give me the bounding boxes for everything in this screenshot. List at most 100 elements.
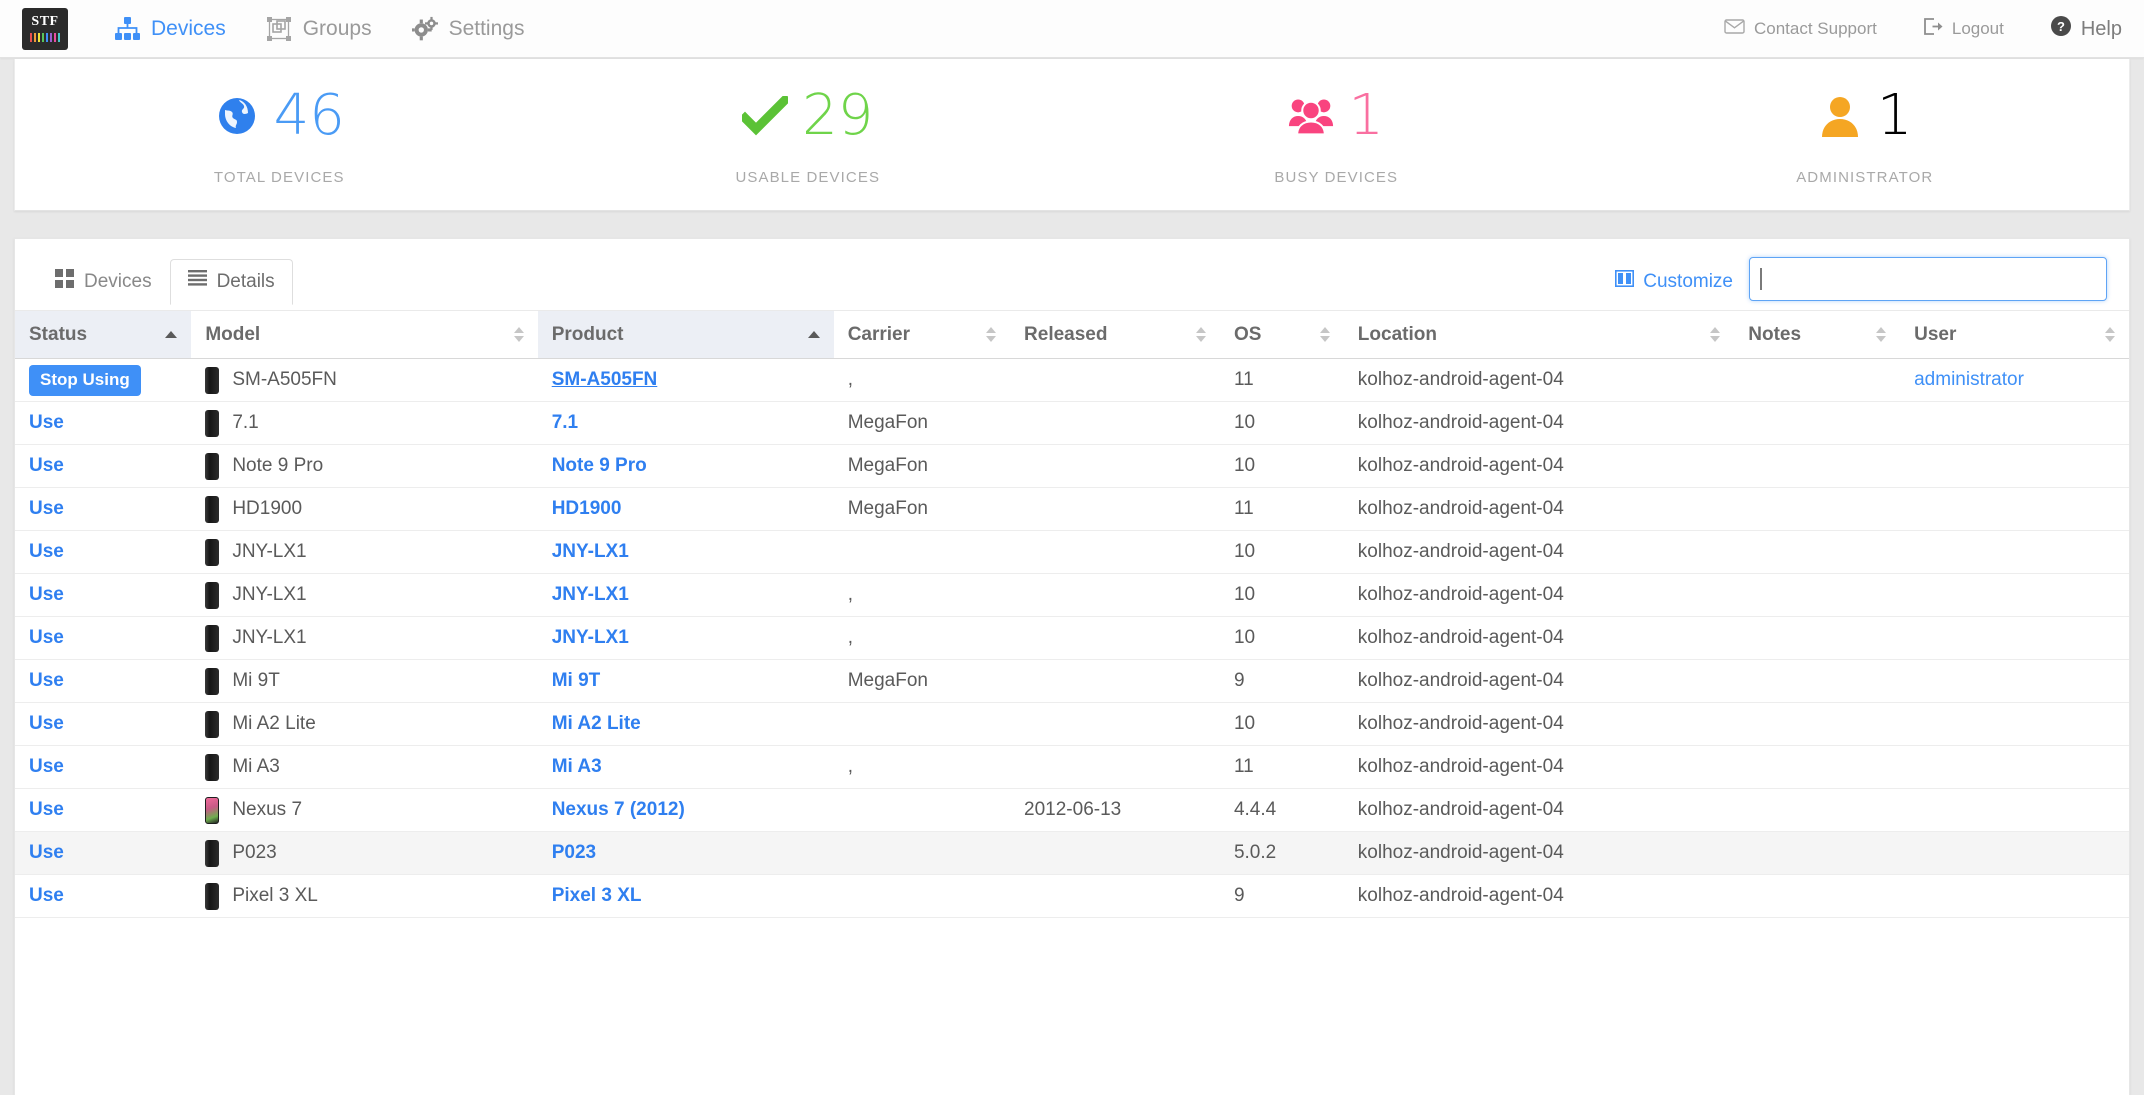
stf-logo-bar: [41, 33, 45, 42]
help-link[interactable]: ? Help: [2050, 15, 2122, 43]
cell-product: Pixel 3 XL: [537, 874, 834, 918]
table-row[interactable]: Use Mi A3 Mi A3, 11 kolhoz-android-agent-04: [15, 745, 2129, 789]
use-device-link[interactable]: Use: [29, 627, 64, 648]
cell-model: HD1900: [191, 487, 538, 531]
cell-model: Pixel 3 XL: [191, 874, 538, 918]
tab-devices[interactable]: Devices: [37, 259, 170, 305]
search-input[interactable]: [1749, 257, 2107, 301]
nav-item-groups[interactable]: Groups: [266, 16, 372, 42]
device-thumbnail-icon: [205, 538, 220, 566]
product-link[interactable]: JNY-LX1: [552, 541, 629, 562]
device-table-panel: Devices Details Customize Status Model P…: [14, 238, 2130, 1095]
logout-link[interactable]: Logout: [1923, 18, 2004, 40]
people-group-icon: [1288, 93, 1334, 139]
table-row[interactable]: Use JNY-LX1 JNY-LX1, 10 kolhoz-android-agent…: [15, 573, 2129, 617]
sort-both-icon: [1195, 327, 1206, 342]
column-header-notes[interactable]: Notes: [1734, 310, 1901, 359]
use-device-link[interactable]: Use: [29, 713, 64, 734]
use-device-link[interactable]: Use: [29, 885, 64, 906]
stf-logo-bar: [33, 33, 37, 42]
globe-icon: [214, 93, 260, 139]
stf-logo[interactable]: STF: [22, 7, 68, 50]
cell-carrier: MegaFon: [833, 401, 1011, 445]
table-row[interactable]: Use Mi A2 Lite Mi A2 Lite 10 kolhoz-android-…: [15, 702, 2129, 746]
cell-status: Stop Using: [15, 358, 192, 402]
user-link[interactable]: administrator: [1914, 369, 2024, 390]
nav-item-settings[interactable]: Settings: [411, 16, 525, 42]
sitemap-icon: [114, 16, 140, 42]
table-row[interactable]: Use Nexus 7 Nexus 7 (2012) 2012-06-13 4.4.4 k…: [15, 788, 2129, 832]
product-link[interactable]: JNY-LX1: [552, 584, 629, 605]
product-link[interactable]: Pixel 3 XL: [552, 885, 642, 906]
cell-location: kolhoz-android-agent-04: [1343, 659, 1735, 703]
product-link[interactable]: HD1900: [552, 498, 622, 519]
nav-item-settings-label: Settings: [448, 16, 525, 40]
product-link[interactable]: 7.1: [552, 412, 578, 433]
use-device-link[interactable]: Use: [29, 455, 64, 476]
customize-columns-button[interactable]: Customize: [1615, 270, 1733, 293]
contact-support-label: Contact Support: [1754, 19, 1877, 38]
cell-product: 7.1: [537, 401, 834, 445]
use-device-link[interactable]: Use: [29, 541, 64, 562]
product-link[interactable]: Note 9 Pro: [552, 455, 647, 476]
column-header-notes-label: Notes: [1748, 323, 1802, 345]
top-navbar: STF Devices Groups Settings Contact Supp…: [0, 0, 2144, 58]
cell-os: 11: [1219, 487, 1344, 531]
column-header-carrier[interactable]: Carrier: [833, 310, 1011, 359]
use-device-link[interactable]: Use: [29, 412, 64, 433]
use-device-link[interactable]: Use: [29, 842, 64, 863]
cell-status: Use: [15, 616, 192, 660]
product-link[interactable]: SM-A505FN: [552, 369, 658, 390]
table-row[interactable]: Use P023 P023 5.0.2 kolhoz-android-agent-04: [15, 831, 2129, 875]
product-link[interactable]: P023: [552, 842, 596, 863]
stf-device-list-page: STF Devices Groups Settings Contact Supp…: [0, 0, 2144, 1095]
cell-released: [1010, 659, 1220, 703]
column-header-location-label: Location: [1357, 323, 1437, 345]
cell-model: JNY-LX1: [191, 530, 538, 574]
cell-notes: [1734, 659, 1901, 703]
cell-status: Use: [15, 530, 192, 574]
stop-using-button[interactable]: Stop Using: [29, 364, 141, 396]
product-link[interactable]: Nexus 7 (2012): [552, 799, 685, 820]
table-row[interactable]: Use JNY-LX1 JNY-LX1 10 kolhoz-android-agent-…: [15, 530, 2129, 574]
table-row[interactable]: Use 7.1 7.1 MegaFon 10 kolhoz-android-agent-0…: [15, 401, 2129, 445]
gears-icon: [411, 16, 438, 42]
use-device-link[interactable]: Use: [29, 498, 64, 519]
table-row[interactable]: Use Pixel 3 XL Pixel 3 XL 9 kolhoz-android-a…: [15, 874, 2129, 918]
column-header-location[interactable]: Location: [1343, 310, 1735, 359]
table-row[interactable]: Use HD1900 HD1900 MegaFon 11 kolhoz-android-a…: [15, 487, 2129, 531]
device-thumbnail-icon: [205, 753, 220, 781]
use-device-link[interactable]: Use: [29, 584, 64, 605]
stf-logo-bar: [37, 33, 41, 42]
column-header-user-label: User: [1914, 323, 1957, 345]
product-link[interactable]: JNY-LX1: [552, 627, 629, 648]
cell-carrier: [833, 702, 1011, 746]
table-row[interactable]: Use Mi 9T Mi 9T MegaFon 9 kolhoz-android-agen…: [15, 659, 2129, 703]
cell-os: 10: [1219, 401, 1344, 445]
cell-carrier: [833, 874, 1011, 918]
column-header-os[interactable]: OS: [1219, 310, 1344, 359]
column-header-model[interactable]: Model: [191, 310, 538, 359]
cell-location: kolhoz-android-agent-04: [1343, 530, 1735, 574]
column-header-model-label: Model: [205, 323, 261, 345]
use-device-link[interactable]: Use: [29, 756, 64, 777]
table-row[interactable]: Use JNY-LX1 JNY-LX1, 10 kolhoz-android-agent…: [15, 616, 2129, 660]
contact-support-link[interactable]: Contact Support: [1724, 19, 1877, 39]
table-row[interactable]: Stop Using SM-A505FN SM-A505FN, 11 kolhoz-an…: [15, 358, 2129, 402]
column-header-user[interactable]: User: [1900, 310, 2129, 359]
column-header-product[interactable]: Product: [537, 310, 834, 359]
product-link[interactable]: Mi 9T: [552, 670, 601, 691]
cell-released: [1010, 487, 1220, 531]
use-device-link[interactable]: Use: [29, 670, 64, 691]
nav-item-devices[interactable]: Devices: [114, 16, 226, 42]
use-device-link[interactable]: Use: [29, 799, 64, 820]
table-row[interactable]: Use Note 9 Pro Note 9 Pro MegaFon 10 kolhoz-a…: [15, 444, 2129, 488]
device-thumbnail-icon: [205, 710, 220, 738]
tab-details[interactable]: Details: [169, 259, 293, 305]
product-link[interactable]: Mi A2 Lite: [552, 713, 641, 734]
column-header-released[interactable]: Released: [1010, 310, 1220, 359]
column-header-status[interactable]: Status: [15, 310, 192, 359]
product-link[interactable]: Mi A3: [552, 756, 602, 777]
stat-administrator-top: 1: [1817, 81, 1913, 151]
user-icon: [1817, 93, 1863, 139]
